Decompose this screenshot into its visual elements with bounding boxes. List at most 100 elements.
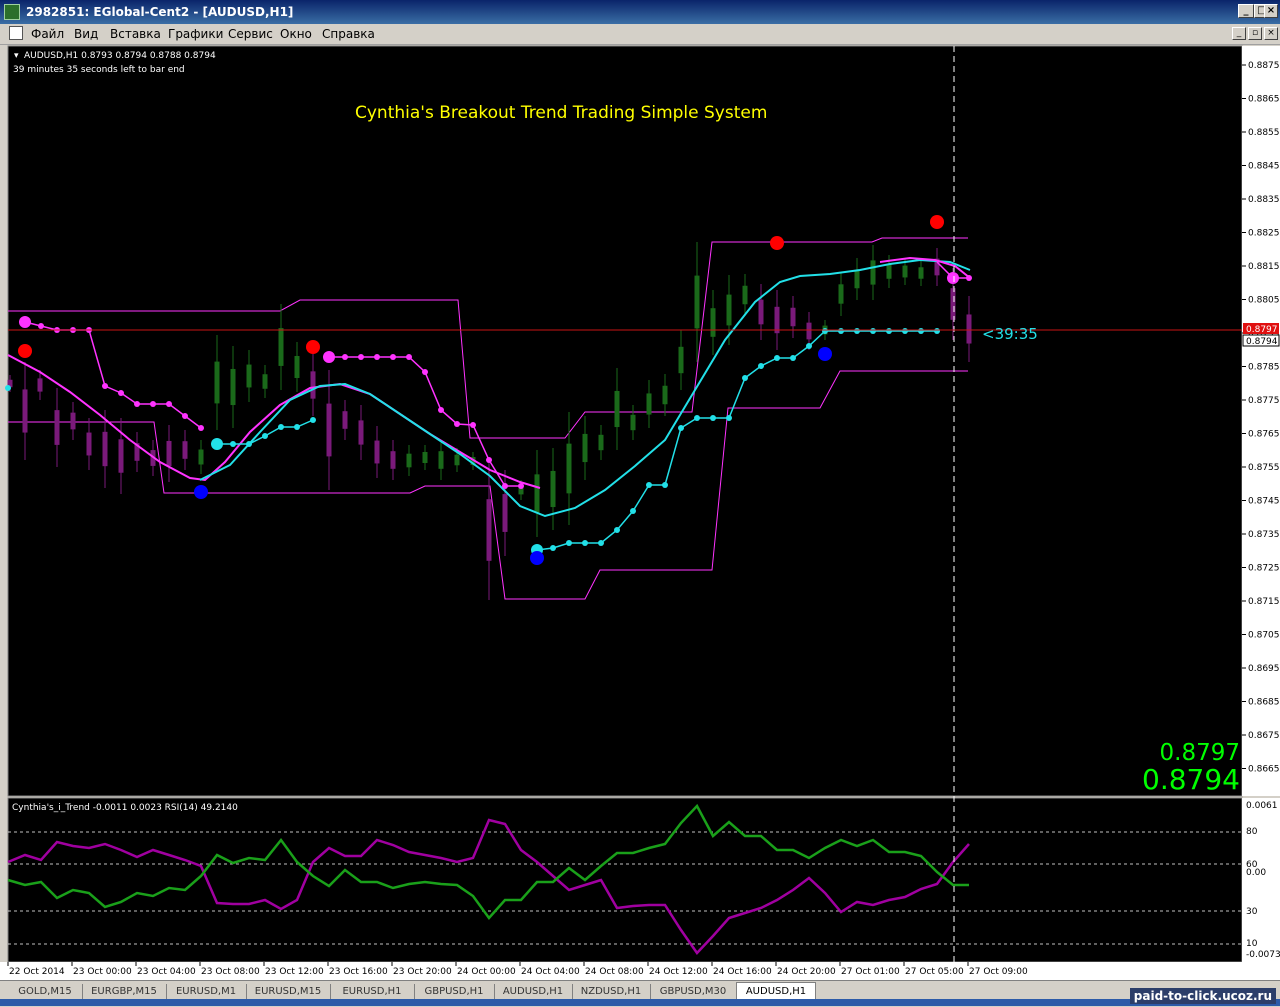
- price-scale-label: 0.8775: [1248, 396, 1280, 406]
- tab-eurusd-h1[interactable]: EURUSD,H1: [330, 984, 415, 999]
- candle-body: [502, 494, 508, 532]
- stop-dot-cyan: [550, 545, 556, 551]
- price-scale-label: 0.8675: [1248, 731, 1280, 741]
- candle-body: [262, 374, 268, 389]
- doc-close-button[interactable]: ×: [1264, 27, 1278, 40]
- menu-help[interactable]: Справка: [322, 27, 375, 41]
- candle-body: [566, 443, 572, 494]
- time-axis-label: 23 Oct 16:00: [329, 967, 388, 977]
- menu-insert[interactable]: Вставка: [110, 27, 161, 41]
- stop-dot-cyan: [838, 328, 844, 334]
- stop-dot-cyan: [614, 527, 620, 533]
- stop-dot-cyan: [870, 328, 876, 334]
- candle-body: [358, 420, 364, 445]
- price-scale-label: 0.8745: [1248, 497, 1280, 507]
- menu-window[interactable]: Окно: [280, 27, 312, 41]
- time-axis-label: 24 Oct 08:00: [585, 967, 644, 977]
- candle-body: [630, 414, 636, 431]
- stop-dot-magenta: [342, 354, 348, 360]
- sell-signal-dot: [930, 215, 944, 229]
- menu-file[interactable]: Файл: [31, 27, 64, 41]
- minimize-button[interactable]: _: [1238, 4, 1254, 18]
- time-axis-label: 24 Oct 20:00: [777, 967, 836, 977]
- tab-audusd-h1[interactable]: AUDUSD,H1: [494, 984, 573, 999]
- big-bid-price: 0.8794: [1142, 763, 1240, 796]
- candle-body: [646, 393, 652, 415]
- candle-body: [102, 431, 108, 467]
- candle-body: [278, 328, 284, 366]
- stop-dot-magenta: [486, 457, 492, 463]
- price-scale-label: 0.8685: [1248, 698, 1280, 708]
- time-axis-label: 27 Oct 09:00: [969, 967, 1028, 977]
- stop-dot-magenta: [198, 425, 204, 431]
- main-chart-panel[interactable]: [7, 45, 1243, 797]
- signal-start-dot: [19, 316, 31, 328]
- sell-signal-dot: [306, 340, 320, 354]
- candle-body: [678, 346, 684, 374]
- chart-area[interactable]: 0.8875 0.8865 0.8855 0.8845 0.8835 0.8825 0.88…: [0, 44, 1280, 980]
- time-axis-label: 24 Oct 00:00: [457, 967, 516, 977]
- price-scale-label: 0.8855: [1248, 128, 1280, 138]
- doc-minimize-button[interactable]: _: [1232, 27, 1246, 40]
- document-icon[interactable]: [9, 26, 23, 40]
- stop-dot-cyan: [854, 328, 860, 334]
- indicator-panel[interactable]: [7, 797, 1243, 963]
- tab-eurgbp-m15[interactable]: EURGBP,M15: [82, 984, 167, 999]
- candle-body: [742, 285, 748, 305]
- candle-body: [662, 385, 668, 405]
- stop-dot-cyan: [790, 355, 796, 361]
- indicator-scale-label: -0.0073: [1246, 950, 1280, 960]
- stop-dot-magenta: [150, 401, 156, 407]
- price-scale-label: 0.8865: [1248, 95, 1280, 105]
- sell-signal-dot: [770, 236, 784, 250]
- close-button[interactable]: ×: [1264, 4, 1278, 18]
- tab-gbpusd-m30[interactable]: GBPUSD,M30: [650, 984, 737, 999]
- indicator-label: Cynthia's_i_Trend -0.0011 0.0023 RSI(14)…: [12, 803, 238, 813]
- buy-signal-dot: [818, 347, 832, 361]
- candle-body: [182, 441, 188, 459]
- watermark: paid-to-click.ucoz.ru: [1129, 988, 1276, 1004]
- tab-eurusd-m1[interactable]: EURUSD,M1: [166, 984, 247, 999]
- candle-body: [966, 314, 972, 344]
- time-axis-label: 22 Oct 2014: [9, 967, 65, 977]
- signal-start-dot: [947, 272, 959, 284]
- stop-dot-magenta: [502, 483, 508, 489]
- stop-dot-cyan: [678, 425, 684, 431]
- stop-dot-cyan: [918, 328, 924, 334]
- sell-signal-dot: [18, 344, 32, 358]
- app-icon: [4, 4, 20, 20]
- indicator-scale-label: 30: [1246, 907, 1258, 917]
- bid-price-tag-text: 0.8794: [1246, 337, 1278, 347]
- title-bar: 2982851: EGlobal-Cent2 - [AUDUSD,H1] _ □…: [0, 0, 1280, 24]
- tab-eurusd-m15[interactable]: EURUSD,M15: [246, 984, 331, 999]
- time-axis-label: 23 Oct 20:00: [393, 967, 452, 977]
- candle-body: [950, 288, 956, 320]
- indicator-scale-label: 0.00: [1246, 868, 1266, 878]
- price-scale-label: 0.8845: [1248, 162, 1280, 172]
- price-scale-label: 0.8825: [1248, 229, 1280, 239]
- candle-body: [86, 432, 92, 456]
- doc-restore-button[interactable]: ▫: [1248, 27, 1262, 40]
- menu-bar: Файл Вид Вставка Графики Сервис Окно Спр…: [0, 24, 1280, 45]
- candle-body: [838, 284, 844, 304]
- stop-dot-magenta: [454, 421, 460, 427]
- menu-view[interactable]: Вид: [74, 27, 98, 41]
- stop-dot-magenta: [134, 401, 140, 407]
- chart-header-triangle[interactable]: ▾: [14, 51, 19, 61]
- candle-body: [422, 452, 428, 463]
- bar-timer-text: 39 minutes 35 seconds left to bar end: [13, 65, 185, 75]
- stop-dot-cyan: [246, 441, 252, 447]
- tab-gold-m15[interactable]: GOLD,M15: [8, 984, 83, 999]
- price-scale-label: 0.8695: [1248, 664, 1280, 674]
- window-title: 2982851: EGlobal-Cent2 - [AUDUSD,H1]: [26, 5, 294, 19]
- candle-body: [310, 371, 316, 399]
- menu-tools[interactable]: Сервис: [228, 27, 273, 41]
- candle-body: [726, 294, 732, 326]
- tab-nzdusd-h1[interactable]: NZDUSD,H1: [572, 984, 651, 999]
- stop-dot-cyan: [726, 415, 732, 421]
- tab-audusd-h1-active[interactable]: AUDUSD,H1: [736, 982, 816, 1000]
- tab-gbpusd-h1[interactable]: GBPUSD,H1: [414, 984, 495, 999]
- menu-charts[interactable]: Графики: [168, 27, 223, 41]
- stop-dot-magenta: [470, 422, 476, 428]
- stop-dot-magenta: [438, 407, 444, 413]
